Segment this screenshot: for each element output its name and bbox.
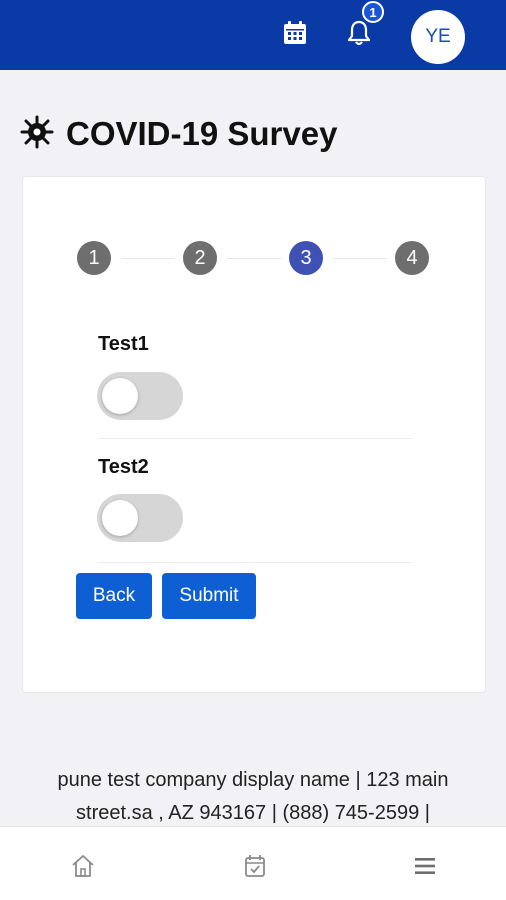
top-app-bar: 1 YE: [0, 0, 506, 70]
test2-toggle[interactable]: [97, 494, 183, 542]
divider: [98, 562, 412, 563]
test1-toggle[interactable]: [97, 372, 183, 420]
toggle-knob: [102, 378, 138, 414]
question-label-test1: Test1: [98, 333, 149, 355]
page-title-text: COVID-19 Survey: [66, 115, 338, 152]
survey-card: 1 2 3 4 Test1 Test2 Back Submit: [22, 176, 486, 693]
company-footer: pune test company display name | 123 mai…: [10, 764, 496, 830]
divider: [98, 438, 412, 439]
stepper: 1 2 3 4: [77, 241, 429, 277]
toggle-knob: [102, 500, 138, 536]
step-1: 1: [77, 241, 111, 275]
question-label-test2: Test2: [98, 456, 149, 478]
menu-icon[interactable]: [410, 851, 440, 881]
virus-icon: [20, 115, 54, 154]
bottom-navigation: [0, 826, 506, 900]
submit-button[interactable]: Submit: [162, 573, 256, 619]
page-title: COVID-19 Survey: [20, 112, 337, 156]
calendar-icon[interactable]: [280, 18, 310, 48]
step-4: 4: [395, 241, 429, 275]
step-3: 3: [289, 241, 323, 275]
avatar[interactable]: YE: [411, 10, 465, 64]
task-calendar-icon[interactable]: [240, 851, 270, 881]
notification-badge: 1: [362, 1, 384, 23]
step-connector: [333, 258, 387, 259]
step-connector: [121, 258, 175, 259]
step-connector: [227, 258, 281, 259]
home-icon[interactable]: [68, 851, 98, 881]
step-2: 2: [183, 241, 217, 275]
footer-line-1: pune test company display name | 123 mai…: [57, 769, 449, 791]
back-button[interactable]: Back: [76, 573, 152, 619]
